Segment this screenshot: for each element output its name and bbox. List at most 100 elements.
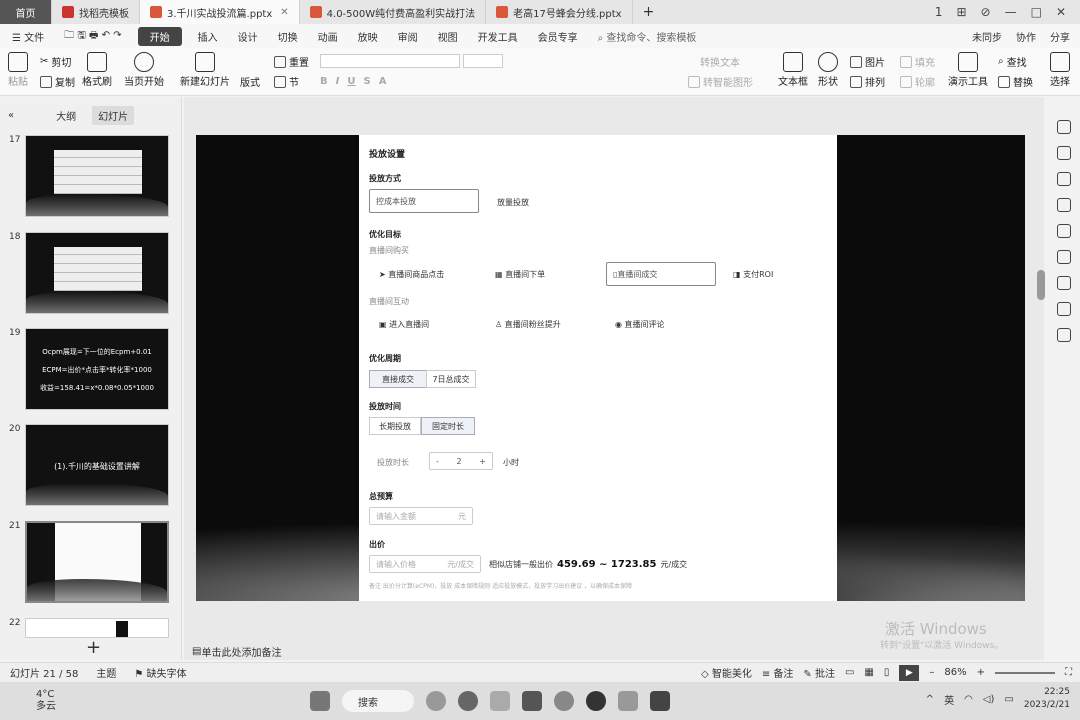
file-explorer-icon[interactable] — [490, 691, 510, 711]
bid-input[interactable]: 请输入价格 元/成交 — [369, 555, 481, 573]
sync-status[interactable]: 未同步 — [972, 29, 1002, 44]
wifi-icon[interactable]: ◠ — [964, 694, 973, 705]
zoom-slider[interactable] — [995, 671, 1055, 674]
period-option-selected[interactable]: 直接成交 — [369, 370, 427, 388]
copy-button[interactable]: 复制 — [40, 74, 75, 89]
paste-button[interactable]: 粘贴 — [8, 52, 28, 88]
font-color-icon[interactable]: A — [379, 76, 387, 87]
chart-icon[interactable] — [1057, 250, 1071, 264]
taskbar-search[interactable]: 搜索 — [342, 690, 414, 712]
tab-home[interactable]: 首页 — [0, 0, 52, 24]
missing-font-button[interactable]: ⚑ 缺失字体 — [134, 665, 186, 680]
textbox-button[interactable]: 文本框 — [778, 52, 808, 88]
method-option-volume[interactable]: 放量投放 — [497, 197, 529, 208]
menu-animation[interactable]: 动画 — [308, 29, 348, 44]
weather-widget[interactable]: 4°C 多云 — [36, 689, 56, 713]
menu-transition[interactable]: 切换 — [268, 29, 308, 44]
chrome-icon[interactable] — [554, 691, 574, 711]
goal-option[interactable]: ▣ 进入直播间 — [379, 319, 429, 330]
menu-start[interactable]: 开始 — [137, 26, 182, 46]
input-language[interactable]: 英 — [944, 692, 954, 707]
format-painter-button[interactable]: 格式刷 — [82, 52, 112, 88]
outline-button[interactable]: 轮廓 — [900, 74, 935, 89]
italic-icon[interactable]: I — [336, 76, 340, 87]
increment-button[interactable]: + — [479, 457, 486, 466]
menu-file[interactable]: ☰ 文件 — [10, 29, 54, 44]
fill-button[interactable]: 填充 — [900, 54, 935, 69]
menu-developer[interactable]: 开发工具 — [468, 29, 528, 44]
menu-member[interactable]: 会员专享 — [528, 29, 588, 44]
slide-thumbnail-current[interactable] — [25, 521, 169, 603]
app-icon[interactable] — [618, 691, 638, 711]
notes-toggle[interactable]: ≡ 备注 — [762, 665, 794, 680]
slide[interactable]: 投放设置 投放方式 控成本投放 放量投放 优化目标 直播间购买 ➤ 直播间商品点… — [196, 135, 1025, 601]
slide-thumbnail[interactable]: (1).千川的基础设置讲解 — [25, 424, 169, 506]
budget-input[interactable]: 请输入金额 元 — [369, 507, 473, 525]
collaborate-button[interactable]: 协作 — [1016, 29, 1036, 44]
reset-button[interactable]: 重置 — [274, 54, 309, 69]
from-current-button[interactable]: 当页开始 — [124, 52, 164, 88]
sorter-view-icon[interactable]: ▦ — [864, 667, 873, 678]
command-search[interactable]: ⌕ 查找命令、搜索模板 — [598, 29, 697, 44]
normal-view-icon[interactable]: ▭ — [845, 667, 854, 678]
font-size-field[interactable] — [463, 54, 503, 68]
app-icon[interactable] — [650, 691, 670, 711]
slide-thumbnail[interactable] — [25, 135, 169, 217]
menu-insert[interactable]: 插入 — [188, 29, 228, 44]
smart-beautify-button[interactable]: ◇ 智能美化 — [701, 665, 752, 680]
zoom-in-button[interactable]: + — [977, 667, 985, 678]
goal-option-selected[interactable]: ▯ 直播间成交 — [606, 262, 716, 286]
theme-button[interactable]: 主题 — [96, 665, 116, 680]
goal-option[interactable]: ◨ 支付ROI — [733, 269, 773, 280]
select-button[interactable]: 选择 — [1050, 52, 1070, 88]
menu-view[interactable]: 视图 — [428, 29, 468, 44]
play-slideshow-button[interactable]: ▶ — [899, 664, 920, 681]
clock[interactable]: 22:25 2023/2/21 — [1024, 686, 1070, 712]
tab-active-document[interactable]: 3.千川实战投流篇.pptx ✕ — [140, 0, 300, 24]
wps-icon[interactable] — [522, 691, 542, 711]
image-icon[interactable] — [1057, 224, 1071, 238]
cut-button[interactable]: ✂ 剪切 — [40, 54, 71, 69]
presenter-tools-button[interactable]: 演示工具 — [948, 52, 988, 88]
smart-shape-button[interactable]: 转智能图形 — [688, 74, 753, 89]
avatar-icon[interactable]: ⊘ — [981, 5, 991, 19]
font-controls[interactable] — [320, 54, 503, 68]
time-option[interactable]: 长期投放 — [369, 417, 421, 435]
share-icon[interactable] — [1057, 276, 1071, 290]
add-slide-button[interactable]: + — [86, 637, 101, 658]
new-slide-button[interactable]: 新建幻灯片 — [180, 52, 230, 88]
replace-button[interactable]: 替换 — [998, 74, 1033, 89]
zoom-out-button[interactable]: – — [929, 667, 934, 678]
close-button[interactable]: ✕ — [1056, 5, 1066, 19]
decrement-button[interactable]: - — [436, 457, 439, 466]
edge-icon[interactable] — [458, 691, 478, 711]
new-tab-button[interactable]: + — [633, 0, 665, 24]
shape-button[interactable]: 形状 — [818, 52, 838, 88]
strikethrough-icon[interactable]: S — [363, 76, 370, 87]
comments-toggle[interactable]: ✎ 批注 — [803, 665, 835, 680]
battery-icon[interactable]: ▭ — [1004, 694, 1013, 705]
time-option-selected[interactable]: 固定时长 — [421, 417, 475, 435]
menu-review[interactable]: 审阅 — [388, 29, 428, 44]
font-style-buttons[interactable]: BIUSA — [320, 76, 386, 87]
tab-document[interactable]: 4.0-500W纯付费高盈利实战打法 — [300, 0, 487, 24]
animation-icon[interactable] — [1057, 120, 1071, 134]
find-button[interactable]: ⌕ 查找 — [998, 54, 1027, 69]
slide-thumbnail[interactable] — [25, 232, 169, 314]
cube-icon[interactable] — [1057, 302, 1071, 316]
bold-icon[interactable]: B — [320, 76, 328, 87]
picture-button[interactable]: 图片 — [850, 54, 885, 69]
menu-design[interactable]: 设计 — [228, 29, 268, 44]
font-name-field[interactable] — [320, 54, 460, 68]
goal-option[interactable]: ▦ 直播间下单 — [495, 269, 545, 280]
transform-icon[interactable] — [1057, 198, 1071, 212]
layout-icon[interactable]: ⊞ — [956, 5, 966, 19]
tab-slides[interactable]: 幻灯片 — [92, 105, 135, 125]
star-icon[interactable] — [1057, 172, 1071, 186]
start-icon[interactable] — [310, 691, 330, 711]
app-icon[interactable] — [586, 691, 606, 711]
zoom-level[interactable]: 86% — [944, 667, 966, 678]
share-button[interactable]: 分享 — [1050, 29, 1070, 44]
tab-document[interactable]: 老高17号蜂会分线.pptx — [486, 0, 633, 24]
tab-template[interactable]: 找稻壳模板 — [52, 0, 140, 24]
